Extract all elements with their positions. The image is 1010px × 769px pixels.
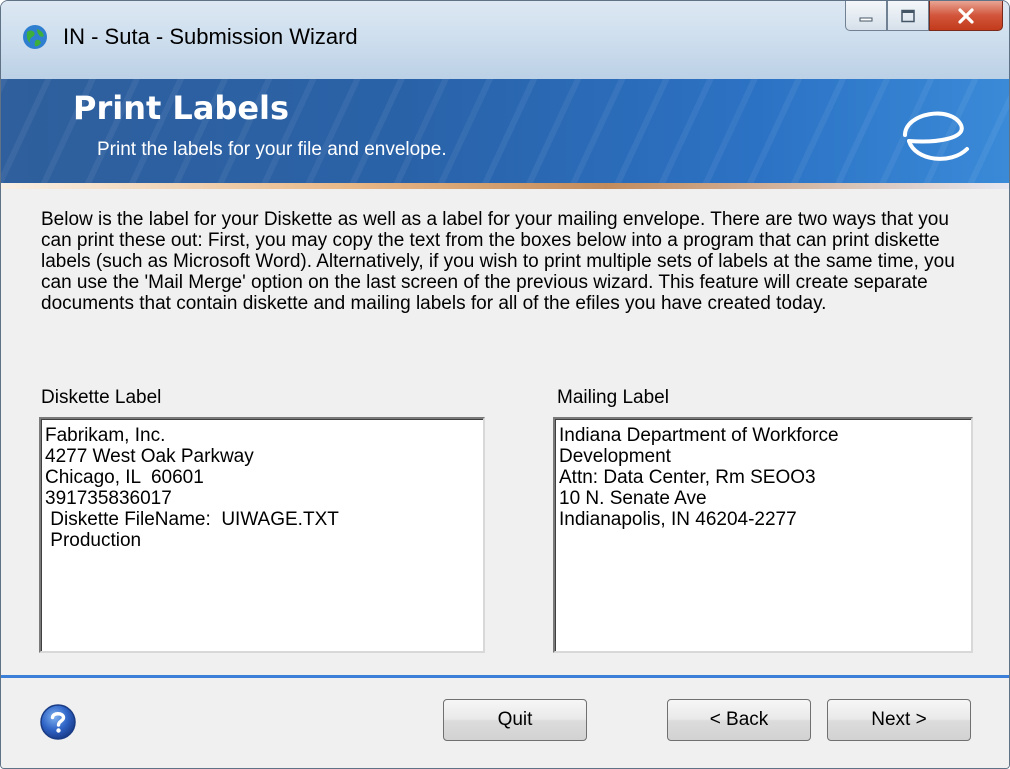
back-button[interactable]: < Back	[667, 699, 811, 741]
caption-buttons	[845, 1, 1003, 33]
banner-accent-bar	[1, 183, 1009, 189]
globe-icon	[23, 25, 47, 49]
diskette-label-textbox[interactable]: Fabrikam, Inc. 4277 West Oak Parkway Chi…	[39, 417, 485, 653]
header-banner: Print Labels Print the labels for your f…	[1, 79, 1009, 183]
close-icon	[958, 7, 974, 24]
next-button[interactable]: Next >	[827, 699, 971, 741]
maximize-button[interactable]	[887, 1, 929, 31]
quit-button[interactable]: Quit	[443, 699, 587, 741]
help-icon[interactable]	[39, 703, 77, 741]
instructions-text: Below is the label for your Diskette as …	[41, 209, 955, 314]
diskette-label-heading: Diskette Label	[41, 387, 162, 408]
mailing-label-textbox[interactable]: Indiana Department of Workforce Developm…	[553, 417, 973, 653]
mailing-label-heading: Mailing Label	[557, 387, 669, 408]
title-bar[interactable]: IN - Suta - Submission Wizard	[1, 1, 1009, 79]
window-title: IN - Suta - Submission Wizard	[63, 24, 358, 49]
maximize-icon	[901, 9, 915, 22]
page-subtitle: Print the labels for your file and envel…	[97, 139, 447, 160]
close-button[interactable]	[929, 1, 1003, 31]
wizard-window: IN - Suta - Submission Wizard Print Labe…	[0, 0, 1010, 769]
minimize-button[interactable]	[845, 1, 887, 31]
e-logo-icon	[903, 111, 969, 161]
page-title: Print Labels	[73, 89, 290, 127]
minimize-icon	[859, 17, 873, 21]
